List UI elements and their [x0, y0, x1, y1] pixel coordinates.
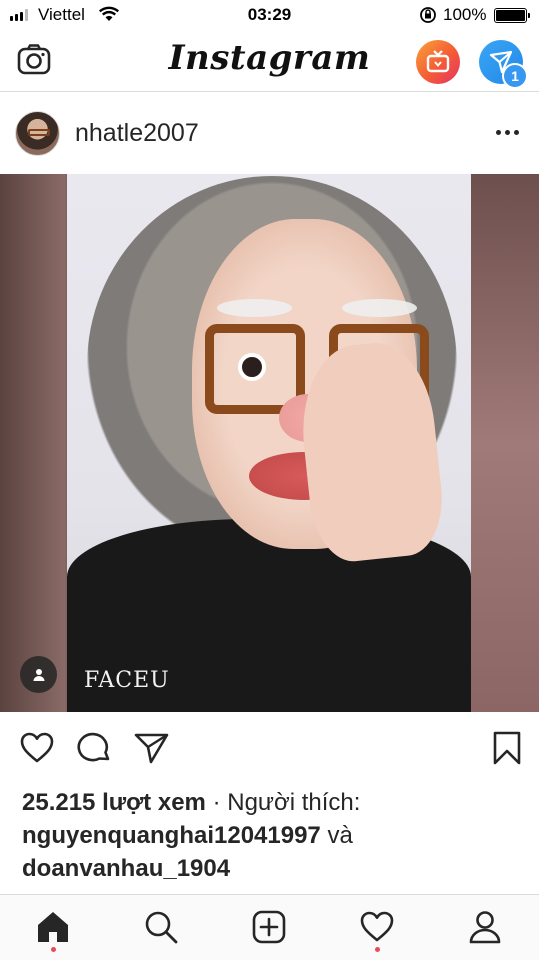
comment-icon[interactable]: [77, 730, 113, 766]
add-post-icon: [252, 910, 286, 944]
user-tag-icon: [33, 668, 44, 681]
bottom-nav: [0, 894, 539, 960]
status-bar: Viettel 03:29 100%: [0, 0, 539, 30]
faceu-watermark: FACEU: [84, 668, 170, 693]
igtv-icon: [426, 50, 450, 73]
heart-icon[interactable]: [19, 730, 55, 766]
notification-dot: [51, 947, 56, 952]
share-icon[interactable]: [134, 730, 170, 766]
notification-dot: [375, 947, 380, 952]
search-icon: [145, 911, 178, 944]
nav-search[interactable]: [141, 907, 181, 947]
post-actions: [0, 712, 539, 782]
nav-activity[interactable]: [357, 907, 397, 947]
avatar[interactable]: [15, 111, 60, 156]
and-label: và: [327, 822, 353, 849]
separator: ·: [212, 789, 221, 816]
nav-profile[interactable]: [465, 907, 505, 947]
liker-username[interactable]: nguyenquanghai12041997: [22, 822, 321, 849]
igtv-button[interactable]: [416, 40, 460, 84]
app-header: Instagram 1: [0, 30, 539, 92]
nav-add-post[interactable]: [249, 907, 289, 947]
battery-full-icon: [494, 8, 530, 23]
post-photo: [67, 174, 471, 712]
more-options-icon[interactable]: [496, 130, 519, 135]
post-header: nhatle2007: [0, 92, 539, 174]
bookmark-icon[interactable]: [489, 730, 525, 766]
liker-username[interactable]: doanvanhau_1904: [22, 855, 230, 882]
liked-by-label: Người thích:: [227, 789, 361, 816]
profile-icon: [469, 911, 501, 944]
post-stats: 25.215 lượt xem · Người thích: nguyenqua…: [22, 786, 522, 885]
battery-percent: 100%: [443, 5, 487, 24]
nav-home[interactable]: [33, 907, 73, 947]
home-icon: [38, 912, 68, 942]
post-username[interactable]: nhatle2007: [75, 119, 199, 148]
direct-badge: 1: [502, 63, 528, 89]
orientation-lock-icon: [420, 7, 436, 23]
heart-icon: [360, 911, 394, 942]
post-media[interactable]: FACEU: [0, 174, 539, 712]
view-count[interactable]: 25.215 lượt xem: [22, 789, 206, 816]
user-tag-button[interactable]: [20, 656, 57, 693]
